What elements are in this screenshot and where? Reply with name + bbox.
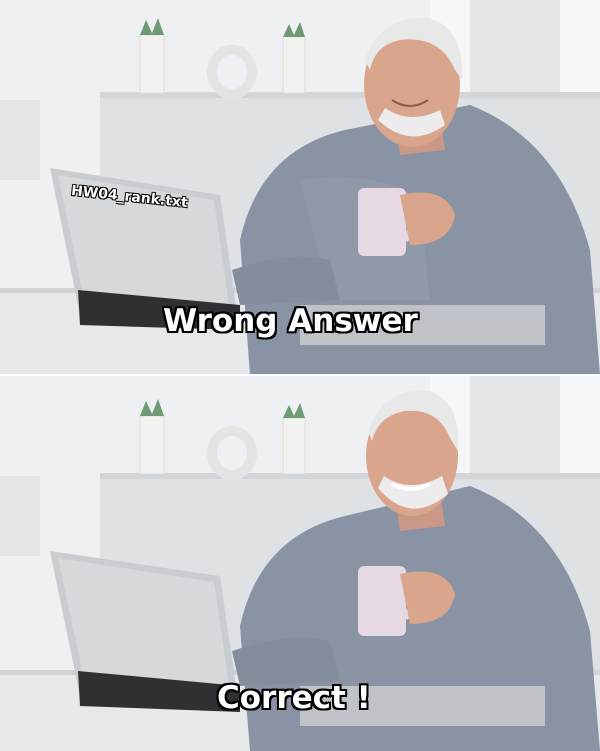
meme: HW04_rank.txt Wrong Answer Correct ! — [0, 0, 600, 751]
top-panel: HW04_rank.txt Wrong Answer — [0, 0, 600, 375]
top-caption: Wrong Answer — [163, 303, 418, 339]
bottom-caption: Correct ! — [217, 680, 371, 716]
